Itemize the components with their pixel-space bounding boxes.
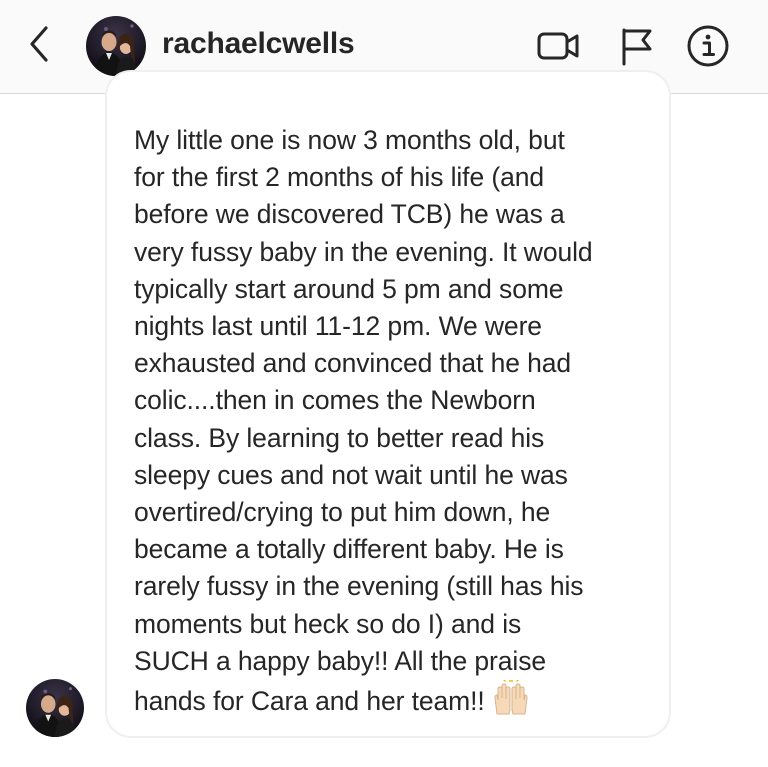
details-button[interactable] <box>684 22 732 70</box>
raised-hands-emoji <box>491 679 531 726</box>
report-button[interactable] <box>612 22 660 70</box>
chevron-left-icon <box>30 26 48 62</box>
message-body: My little one is now 3 months old, but f… <box>134 125 593 717</box>
profile-photo <box>26 679 84 737</box>
chat-username[interactable]: rachaelcwells <box>162 27 355 61</box>
flag-icon <box>622 28 652 66</box>
video-call-icon <box>537 32 579 60</box>
video-call-button[interactable] <box>534 22 582 70</box>
header-avatar[interactable] <box>86 16 146 76</box>
profile-photo <box>86 16 146 76</box>
sender-avatar[interactable] <box>26 679 84 737</box>
back-button[interactable] <box>22 24 58 64</box>
info-icon <box>687 25 729 67</box>
message-text: My little one is now 3 months old, but f… <box>134 122 654 726</box>
